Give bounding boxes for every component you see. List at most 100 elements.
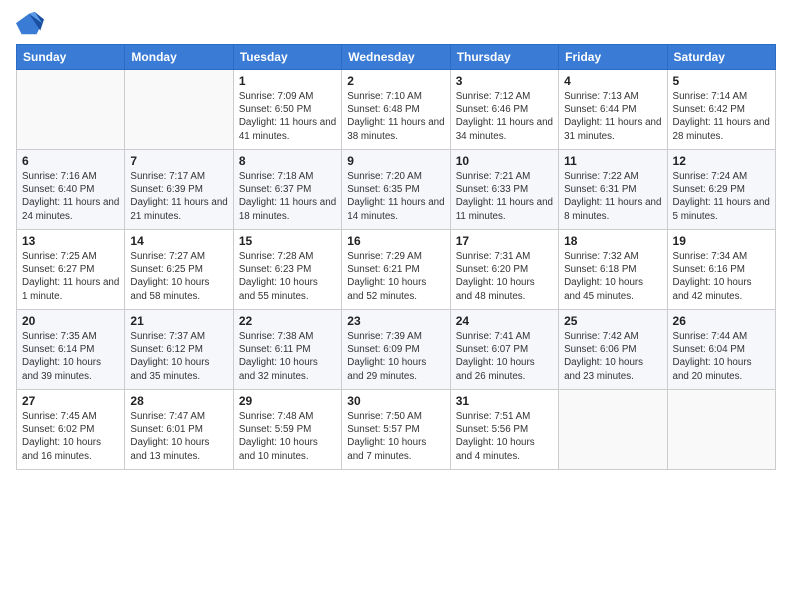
day-number: 5: [673, 74, 770, 88]
day-number: 21: [130, 314, 227, 328]
day-cell: 14 Sunrise: 7:27 AM Sunset: 6:25 PM Dayli…: [125, 230, 233, 310]
day-info: Sunrise: 7:51 AM Sunset: 5:56 PM Dayligh…: [456, 410, 553, 463]
day-info: Sunrise: 7:29 AM Sunset: 6:21 PM Dayligh…: [347, 250, 444, 303]
day-cell: 17 Sunrise: 7:31 AM Sunset: 6:20 PM Dayli…: [450, 230, 558, 310]
day-cell: 18Sunrise: 7:32 AM Sunset: 6:18 PM Dayli…: [559, 230, 667, 310]
day-cell: 24Sunrise: 7:41 AM Sunset: 6:07 PM Dayli…: [450, 310, 558, 390]
week-row-3: 20 Sunrise: 7:35 AM Sunset: 6:14 PM Dayli…: [17, 310, 776, 390]
day-info: Sunrise: 7:47 AM Sunset: 6:01 PM Dayligh…: [130, 410, 227, 463]
day-cell: 12 Sunrise: 7:24 AM Sunset: 6:29 PM Dayli…: [667, 150, 775, 230]
day-cell: 28 Sunrise: 7:47 AM Sunset: 6:01 PM Dayli…: [125, 390, 233, 470]
day-cell: 6 Sunrise: 7:16 AM Sunset: 6:40 PM Daylig…: [17, 150, 125, 230]
day-cell: 16Sunrise: 7:29 AM Sunset: 6:21 PM Dayli…: [342, 230, 450, 310]
day-number: 22: [239, 314, 336, 328]
day-number: 1: [239, 74, 336, 88]
day-number: 6: [22, 154, 119, 168]
day-number: 14: [130, 234, 227, 248]
day-cell: 31Sunrise: 7:51 AM Sunset: 5:56 PM Dayli…: [450, 390, 558, 470]
day-cell: 30 Sunrise: 7:50 AM Sunset: 5:57 PM Dayli…: [342, 390, 450, 470]
day-number: 7: [130, 154, 227, 168]
day-cell: 8 Sunrise: 7:18 AM Sunset: 6:37 PM Daylig…: [233, 150, 341, 230]
day-info: Sunrise: 7:22 AM Sunset: 6:31 PM Dayligh…: [564, 170, 661, 223]
day-number: 2: [347, 74, 444, 88]
day-cell: 21 Sunrise: 7:37 AM Sunset: 6:12 PM Dayli…: [125, 310, 233, 390]
day-info: Sunrise: 7:44 AM Sunset: 6:04 PM Dayligh…: [673, 330, 770, 383]
day-info: Sunrise: 7:17 AM Sunset: 6:39 PM Dayligh…: [130, 170, 227, 223]
day-info: Sunrise: 7:16 AM Sunset: 6:40 PM Dayligh…: [22, 170, 119, 223]
day-info: Sunrise: 7:50 AM Sunset: 5:57 PM Dayligh…: [347, 410, 444, 463]
day-number: 8: [239, 154, 336, 168]
day-info: Sunrise: 7:28 AM Sunset: 6:23 PM Dayligh…: [239, 250, 336, 303]
day-cell: 22 Sunrise: 7:38 AM Sunset: 6:11 PM Dayli…: [233, 310, 341, 390]
day-cell: 26 Sunrise: 7:44 AM Sunset: 6:04 PM Dayli…: [667, 310, 775, 390]
day-info: Sunrise: 7:35 AM Sunset: 6:14 PM Dayligh…: [22, 330, 119, 383]
day-info: Sunrise: 7:31 AM Sunset: 6:20 PM Dayligh…: [456, 250, 553, 303]
day-cell: 7 Sunrise: 7:17 AM Sunset: 6:39 PM Daylig…: [125, 150, 233, 230]
day-number: 15: [239, 234, 336, 248]
day-number: 13: [22, 234, 119, 248]
day-cell: 4 Sunrise: 7:13 AM Sunset: 6:44 PM Daylig…: [559, 70, 667, 150]
day-number: 23: [347, 314, 444, 328]
day-info: Sunrise: 7:27 AM Sunset: 6:25 PM Dayligh…: [130, 250, 227, 303]
day-cell: 19Sunrise: 7:34 AM Sunset: 6:16 PM Dayli…: [667, 230, 775, 310]
header: [16, 10, 776, 38]
day-cell: 23 Sunrise: 7:39 AM Sunset: 6:09 PM Dayli…: [342, 310, 450, 390]
day-info: Sunrise: 7:37 AM Sunset: 6:12 PM Dayligh…: [130, 330, 227, 383]
day-cell: 1 Sunrise: 7:09 AM Sunset: 6:50 PM Daylig…: [233, 70, 341, 150]
header-cell-thursday: Thursday: [450, 45, 558, 70]
day-number: 25: [564, 314, 661, 328]
day-info: Sunrise: 7:13 AM Sunset: 6:44 PM Dayligh…: [564, 90, 661, 143]
header-cell-monday: Monday: [125, 45, 233, 70]
calendar-table: SundayMondayTuesdayWednesdayThursdayFrid…: [16, 44, 776, 470]
day-number: 20: [22, 314, 119, 328]
header-cell-sunday: Sunday: [17, 45, 125, 70]
day-cell: [125, 70, 233, 150]
day-number: 17: [456, 234, 553, 248]
day-number: 24: [456, 314, 553, 328]
day-info: Sunrise: 7:39 AM Sunset: 6:09 PM Dayligh…: [347, 330, 444, 383]
day-info: Sunrise: 7:24 AM Sunset: 6:29 PM Dayligh…: [673, 170, 770, 223]
day-number: 28: [130, 394, 227, 408]
day-cell: 20 Sunrise: 7:35 AM Sunset: 6:14 PM Dayli…: [17, 310, 125, 390]
day-number: 12: [673, 154, 770, 168]
week-row-0: 1 Sunrise: 7:09 AM Sunset: 6:50 PM Daylig…: [17, 70, 776, 150]
day-cell: 11Sunrise: 7:22 AM Sunset: 6:31 PM Dayli…: [559, 150, 667, 230]
day-cell: 13 Sunrise: 7:25 AM Sunset: 6:27 PM Dayli…: [17, 230, 125, 310]
day-cell: 27 Sunrise: 7:45 AM Sunset: 6:02 PM Dayli…: [17, 390, 125, 470]
day-info: Sunrise: 7:10 AM Sunset: 6:48 PM Dayligh…: [347, 90, 444, 143]
day-info: Sunrise: 7:20 AM Sunset: 6:35 PM Dayligh…: [347, 170, 444, 223]
day-cell: 3 Sunrise: 7:12 AM Sunset: 6:46 PM Daylig…: [450, 70, 558, 150]
day-number: 4: [564, 74, 661, 88]
week-row-4: 27 Sunrise: 7:45 AM Sunset: 6:02 PM Dayli…: [17, 390, 776, 470]
day-number: 9: [347, 154, 444, 168]
day-info: Sunrise: 7:45 AM Sunset: 6:02 PM Dayligh…: [22, 410, 119, 463]
day-cell: 5 Sunrise: 7:14 AM Sunset: 6:42 PM Daylig…: [667, 70, 775, 150]
header-cell-tuesday: Tuesday: [233, 45, 341, 70]
week-row-2: 13 Sunrise: 7:25 AM Sunset: 6:27 PM Dayli…: [17, 230, 776, 310]
day-number: 30: [347, 394, 444, 408]
day-number: 3: [456, 74, 553, 88]
day-number: 27: [22, 394, 119, 408]
day-info: Sunrise: 7:32 AM Sunset: 6:18 PM Dayligh…: [564, 250, 661, 303]
day-number: 29: [239, 394, 336, 408]
day-info: Sunrise: 7:09 AM Sunset: 6:50 PM Dayligh…: [239, 90, 336, 143]
day-info: Sunrise: 7:25 AM Sunset: 6:27 PM Dayligh…: [22, 250, 119, 303]
day-info: Sunrise: 7:48 AM Sunset: 5:59 PM Dayligh…: [239, 410, 336, 463]
day-info: Sunrise: 7:42 AM Sunset: 6:06 PM Dayligh…: [564, 330, 661, 383]
logo: [16, 10, 48, 38]
day-number: 10: [456, 154, 553, 168]
day-cell: [17, 70, 125, 150]
header-cell-friday: Friday: [559, 45, 667, 70]
calendar-body: 1 Sunrise: 7:09 AM Sunset: 6:50 PM Daylig…: [17, 70, 776, 470]
day-cell: [559, 390, 667, 470]
day-info: Sunrise: 7:12 AM Sunset: 6:46 PM Dayligh…: [456, 90, 553, 143]
day-cell: 9 Sunrise: 7:20 AM Sunset: 6:35 PM Daylig…: [342, 150, 450, 230]
day-info: Sunrise: 7:38 AM Sunset: 6:11 PM Dayligh…: [239, 330, 336, 383]
day-info: Sunrise: 7:34 AM Sunset: 6:16 PM Dayligh…: [673, 250, 770, 303]
calendar-header-row: SundayMondayTuesdayWednesdayThursdayFrid…: [17, 45, 776, 70]
week-row-1: 6 Sunrise: 7:16 AM Sunset: 6:40 PM Daylig…: [17, 150, 776, 230]
day-info: Sunrise: 7:18 AM Sunset: 6:37 PM Dayligh…: [239, 170, 336, 223]
header-cell-saturday: Saturday: [667, 45, 775, 70]
day-number: 26: [673, 314, 770, 328]
day-info: Sunrise: 7:14 AM Sunset: 6:42 PM Dayligh…: [673, 90, 770, 143]
